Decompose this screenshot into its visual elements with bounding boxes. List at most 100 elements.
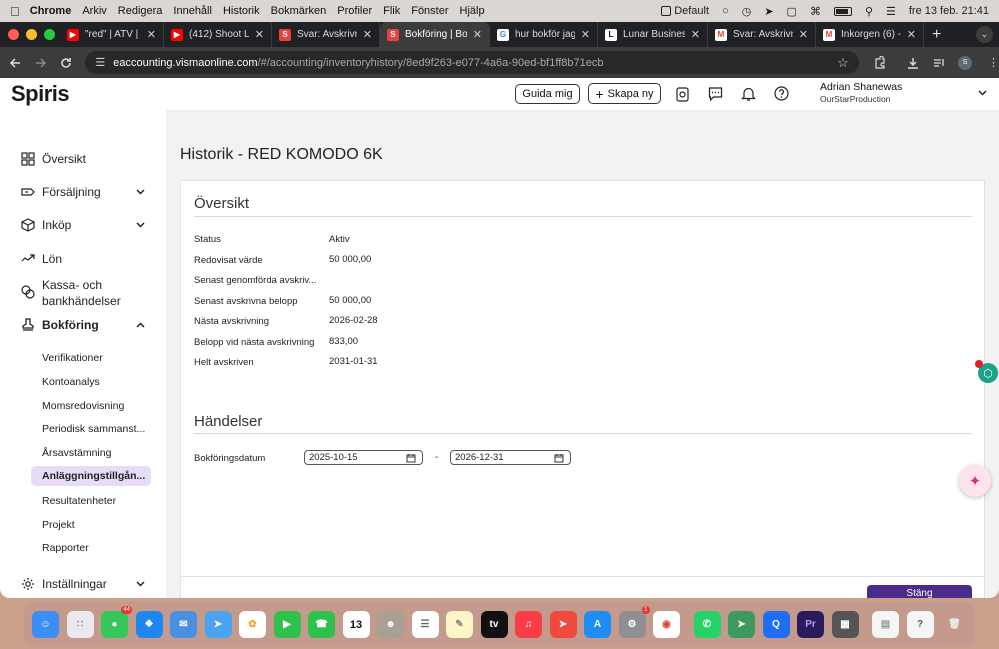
menu-fonster[interactable]: Fönster (411, 5, 448, 17)
sidebar-subitem-periodisk[interactable]: Periodisk sammanst... (42, 423, 145, 435)
sidebar-subitem-arsavstamning[interactable]: Årsavstämning (42, 447, 111, 459)
close-button[interactable]: Stäng (867, 585, 972, 598)
new-tab-button[interactable]: + (932, 26, 941, 44)
menu-profiler[interactable]: Profiler (337, 5, 372, 17)
back-icon[interactable] (2, 57, 28, 69)
guide-button[interactable]: Guida mig (515, 84, 580, 104)
screen-icon[interactable]: ▢ (787, 5, 797, 18)
calculator-icon[interactable]: ▦ (831, 611, 859, 638)
control-center-icon[interactable]: ☰ (886, 5, 896, 18)
reminders-icon[interactable]: ☰ (411, 611, 439, 638)
tab-close-icon[interactable]: ✕ (907, 28, 916, 41)
stocks-app-icon[interactable]: ➤ (728, 611, 755, 638)
menu-flik[interactable]: Flik (383, 5, 400, 17)
calendar-icon[interactable] (554, 453, 564, 463)
rocket-app-icon[interactable]: ➤ (549, 611, 577, 638)
tab-close-icon[interactable]: ✕ (473, 28, 482, 41)
receipt-scan-icon[interactable] (675, 86, 690, 102)
address-bar[interactable]: ☰ eaccounting.vismaonline.com/#/accounti… (85, 51, 859, 74)
sidebar-subitem-resultatenheter[interactable]: Resultatenheter (42, 495, 116, 507)
photos-icon[interactable]: ✿ (239, 611, 266, 638)
menu-hjalp[interactable]: Hjälp (460, 5, 485, 17)
browser-tab[interactable]: M Svar: Avskrivnin ✕ (708, 22, 816, 47)
premiere-pro-icon[interactable]: Pr (797, 611, 824, 638)
browser-tab[interactable]: M Inkorgen (6) - fa ✕ (816, 22, 924, 47)
bookmark-star-icon[interactable]: ☆ (837, 55, 849, 71)
notes-icon[interactable]: ✎ (446, 611, 473, 638)
minimize-window-button[interactable] (26, 29, 37, 40)
ai-sparkle-button[interactable]: ✦ (959, 465, 991, 497)
tab-close-icon[interactable]: ✕ (147, 28, 156, 41)
tab-close-icon[interactable]: ✕ (799, 28, 808, 41)
tab-close-icon[interactable]: ✕ (363, 28, 372, 41)
sidebar-item-purchases[interactable]: Inköp (21, 218, 145, 232)
chrome-icon[interactable]: ◉ (653, 611, 680, 638)
sidebar-subitem-kontoanalys[interactable]: Kontoanalys (42, 376, 100, 388)
menu-app-name[interactable]: Chrome (30, 5, 72, 17)
calendar-icon[interactable] (406, 453, 416, 463)
sidebar-item-accounting[interactable]: Bokföring (21, 318, 145, 332)
facetime-icon[interactable]: ▶ (273, 611, 301, 638)
mail-icon[interactable]: ✉ (170, 611, 197, 638)
battery-icon[interactable] (833, 6, 852, 16)
browser-tab[interactable]: ▶ (412) Shoot Like ✕ (164, 22, 272, 47)
compass-icon[interactable]: ➤ (764, 5, 773, 18)
close-window-button[interactable] (8, 29, 19, 40)
tab-close-icon[interactable]: ✕ (691, 28, 700, 41)
menu-innehall[interactable]: Innehåll (173, 5, 212, 17)
sidebar-item-salary[interactable]: Lön (21, 252, 62, 266)
sidebar-item-cash-bank[interactable]: Kassa- och bankhändelser (21, 277, 121, 309)
sidebar-subitem-projekt[interactable]: Projekt (42, 519, 75, 531)
sidebar-subitem-anlaggningstillgangar[interactable]: Anläggningstillgån... (42, 470, 145, 482)
browser-tab[interactable]: S Svar: Avskrivnin ✕ (272, 22, 380, 47)
sidebar-item-settings[interactable]: Inställningar (21, 577, 145, 591)
finder-icon[interactable]: ☺ (32, 611, 59, 638)
date-to-input[interactable]: 2026-12-31 (450, 450, 571, 465)
messages-icon[interactable] (708, 86, 723, 101)
app-store-icon[interactable]: A (584, 611, 611, 638)
appletv-icon[interactable]: tv (480, 611, 508, 638)
browser-menu-icon[interactable]: ⋮ (988, 56, 999, 69)
sidebar-subitem-rapporter[interactable]: Rapporter (42, 542, 89, 554)
date-from-input[interactable]: 2025-10-15 (304, 450, 423, 465)
forward-icon[interactable] (28, 57, 54, 69)
extensions-icon[interactable] (867, 56, 893, 69)
browser-tab[interactable]: L Lunar Business ✕ (598, 22, 708, 47)
whatsapp-icon[interactable]: ✆ (693, 611, 721, 638)
apple-icon[interactable]:  (10, 4, 20, 19)
menu-bokmarken[interactable]: Bokmärken (271, 5, 327, 17)
sidebar-subitem-verifikationer[interactable]: Verifikationer (42, 352, 103, 364)
user-menu[interactable]: Adrian Shanewas OurStarProduction (820, 81, 902, 104)
reload-icon[interactable] (54, 57, 80, 69)
spiris-logo[interactable]: Spiris (11, 81, 70, 107)
media-icon[interactable] (926, 57, 952, 69)
tab-close-icon[interactable]: ✕ (255, 28, 264, 41)
tab-search-icon[interactable]: ⌄ (976, 26, 993, 43)
profile-avatar[interactable]: S (958, 55, 973, 70)
help-icon[interactable] (774, 86, 789, 101)
contacts-icon[interactable]: ☻ (377, 611, 404, 638)
sidebar-item-overview[interactable]: Översikt (21, 152, 86, 166)
clock-text[interactable]: fre 13 feb. 21:41 (909, 5, 989, 17)
browser-tab[interactable]: Ghur bokför jag en ✕ (490, 22, 598, 47)
menu-historik[interactable]: Historik (223, 5, 260, 17)
chevron-down-icon[interactable] (978, 90, 987, 96)
create-new-button[interactable]: + Skapa ny (588, 83, 661, 104)
download-icon[interactable] (901, 57, 927, 69)
messages-app-icon[interactable]: ● 44 (101, 606, 132, 638)
sidebar-item-sales[interactable]: Försäljning (21, 185, 145, 199)
notifications-bell-icon[interactable] (741, 86, 756, 102)
browser-tab-active[interactable]: S Bokföring | Bokf ✕ (380, 22, 490, 47)
trash-icon[interactable]: 🗑 (941, 611, 968, 638)
menu-redigera[interactable]: Redigera (118, 5, 163, 17)
calendar-app-icon[interactable]: 13 (342, 611, 370, 638)
music-icon[interactable]: ♫ (515, 611, 542, 638)
timer-icon[interactable]: ◷ (742, 5, 752, 18)
help-document-icon[interactable]: ? (906, 611, 934, 638)
menu-arkiv[interactable]: Arkiv (82, 5, 106, 17)
creative-cloud-icon[interactable]: ○ (722, 5, 729, 17)
system-settings-icon[interactable]: ⚙ 1 (618, 606, 650, 638)
launchpad-icon[interactable]: ∷ (66, 611, 94, 638)
search-icon[interactable]: ⚲ (865, 5, 873, 18)
q-app-icon[interactable]: Q (762, 611, 790, 638)
